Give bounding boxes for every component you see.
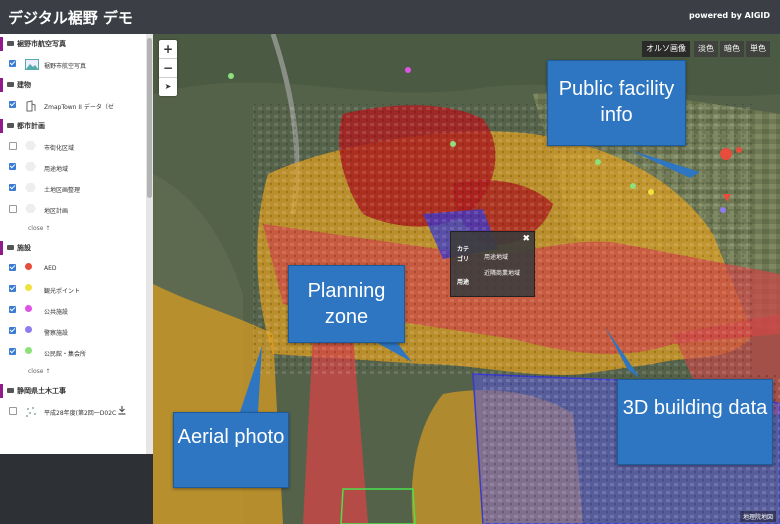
map-attribution[interactable]: 地理院地図	[739, 511, 776, 522]
pointer-building-data	[605, 327, 640, 378]
callout-public-facility: Public facility info	[547, 60, 686, 146]
pointer-planning-zone	[372, 340, 412, 362]
pointer-aerial-photo	[240, 346, 262, 412]
callout-aerial-photo: Aerial photo	[173, 412, 289, 488]
callout-planning-zone: Planning zone	[288, 265, 405, 343]
pointer-public-facility	[630, 150, 700, 178]
callout-3d-building-data: 3D building data	[617, 379, 773, 465]
